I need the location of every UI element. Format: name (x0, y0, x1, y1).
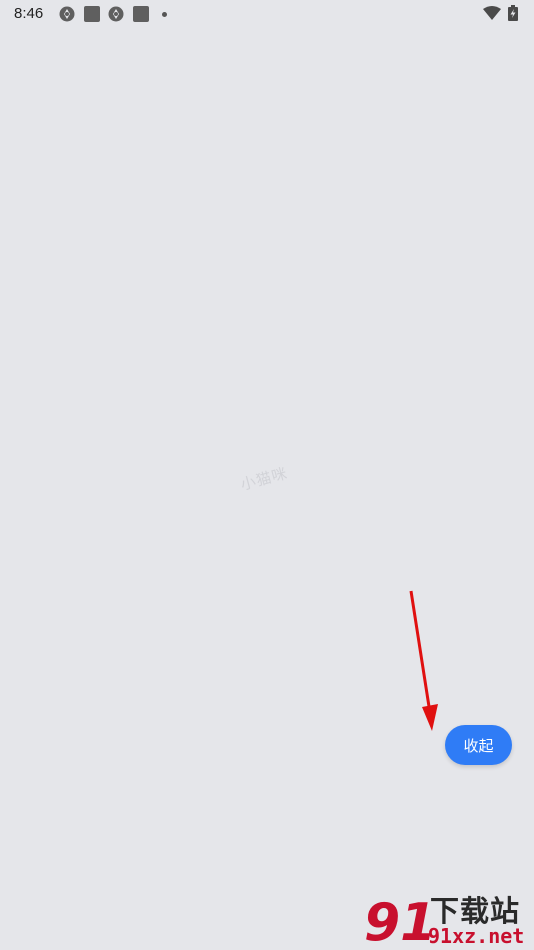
logo-mark-icon: 91 (364, 893, 430, 948)
logo-mark-text: 91 (364, 893, 430, 948)
wifi-icon (483, 6, 501, 20)
red-arrow-annotation (409, 590, 438, 731)
dot-icon (162, 12, 167, 17)
status-time: 8:46 (14, 5, 44, 22)
collapse-button[interactable]: 收起 (445, 725, 512, 765)
aperture-icon (59, 6, 75, 22)
square-notification-icon (133, 6, 149, 22)
battery-charging-icon (508, 5, 518, 21)
site-logo: 91 下载站 91xz.net (362, 888, 534, 950)
status-bar: 8:46 (0, 0, 534, 28)
app-screen: 8:46 小猫咪 收起 91 下载站 91xz.net (0, 0, 534, 950)
square-notification-icon (84, 6, 100, 22)
watermark-text: 小猫咪 (238, 464, 290, 494)
logo-domain: 91xz.net (428, 924, 525, 948)
aperture-icon (108, 6, 124, 22)
